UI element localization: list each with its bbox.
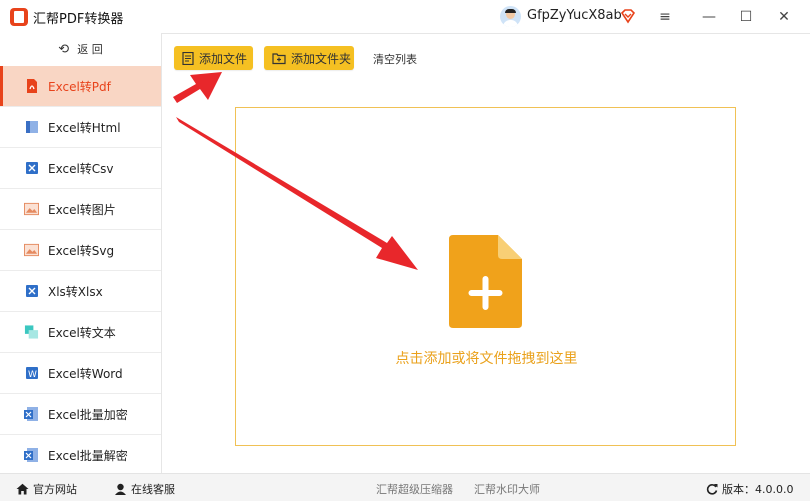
html-icon — [24, 119, 39, 135]
add-folder-button[interactable]: 添加文件夹 — [264, 46, 354, 70]
title-bar: 汇帮PDF转换器 GfpZyYucX8ab ≡ — ☐ ✕ — [0, 0, 810, 34]
sidebar-item-label: Excel转文本 — [48, 325, 116, 340]
home-icon — [16, 483, 29, 495]
menu-icon[interactable]: ≡ — [654, 6, 676, 28]
add-file-button[interactable]: 添加文件 — [174, 46, 253, 70]
sidebar-item-excel-batch-decrypt[interactable]: Excel批量解密 — [0, 435, 161, 475]
sidebar-item-label: Excel转Svg — [48, 243, 115, 258]
sidebar-item-label: Xls转Xlsx — [48, 284, 103, 299]
csv-icon — [24, 160, 39, 176]
version-label: 版本： — [722, 483, 755, 496]
online-support-label: 在线客服 — [131, 483, 175, 496]
sidebar-item-label: Excel转Html — [48, 120, 121, 135]
add-document-icon — [449, 235, 522, 328]
refresh-icon — [706, 484, 718, 495]
add-folder-icon — [272, 52, 286, 65]
image-icon — [24, 201, 39, 217]
official-website-link[interactable]: 官方网站 — [16, 481, 77, 497]
back-arrow-icon: ⟲ — [58, 41, 70, 57]
close-icon[interactable]: ✕ — [773, 6, 795, 28]
back-label: 返 回 — [77, 43, 103, 56]
pdf-icon — [24, 78, 39, 94]
sidebar-item-excel-to-csv[interactable]: Excel转Csv — [0, 148, 161, 189]
version-number: 4.0.0.0 — [755, 482, 794, 496]
online-support-link[interactable]: 在线客服 — [114, 481, 175, 497]
official-website-label: 官方网站 — [33, 483, 77, 496]
sidebar-item-excel-to-pdf[interactable]: Excel转Pdf — [0, 66, 161, 107]
super-compressor-link[interactable]: 汇帮超级压缩器 — [376, 481, 453, 497]
add-file-label: 添加文件 — [199, 51, 248, 66]
app-logo-icon — [10, 8, 28, 26]
vip-diamond-icon[interactable] — [620, 8, 636, 24]
back-button[interactable]: ⟲ 返 回 — [0, 33, 161, 65]
excel-lock-icon — [24, 406, 39, 422]
sidebar-item-excel-to-html[interactable]: Excel转Html — [0, 107, 161, 148]
add-file-icon — [182, 51, 194, 65]
svg-image-icon — [24, 242, 39, 258]
minimize-icon[interactable]: — — [698, 6, 720, 28]
svg-text:W: W — [28, 370, 37, 380]
sidebar-item-excel-to-image[interactable]: Excel转图片 — [0, 189, 161, 230]
clear-list-button[interactable]: 清空列表 — [373, 51, 417, 67]
sidebar: ⟲ 返 回 Excel转Pdf Excel转Html Excel转Csv Exc… — [0, 33, 162, 473]
app-title: 汇帮PDF转换器 — [33, 12, 124, 27]
drop-hint-text: 点击添加或将文件拖拽到这里 — [395, 351, 578, 367]
version-info: 版本： 4.0.0.0 — [706, 481, 793, 497]
sidebar-item-label: Excel转Pdf — [48, 79, 111, 94]
user-name[interactable]: GfpZyYucX8ab — [527, 8, 622, 23]
sidebar-item-xls-to-xlsx[interactable]: Xls转Xlsx — [0, 271, 161, 312]
file-drop-zone[interactable]: 点击添加或将文件拖拽到这里 — [235, 107, 736, 446]
sidebar-item-excel-to-word[interactable]: W Excel转Word — [0, 353, 161, 394]
add-folder-label: 添加文件夹 — [291, 51, 352, 66]
sidebar-item-excel-to-text[interactable]: Excel转文本 — [0, 312, 161, 353]
user-avatar[interactable] — [500, 6, 521, 27]
sidebar-item-label: Excel批量解密 — [48, 448, 128, 463]
excel-unlock-icon — [24, 447, 39, 463]
sidebar-item-label: Excel转Csv — [48, 161, 114, 176]
text-icon — [24, 324, 39, 340]
maximize-icon[interactable]: ☐ — [735, 6, 757, 28]
xlsx-icon — [24, 283, 39, 299]
sidebar-item-label: Excel转Word — [48, 366, 123, 381]
sidebar-item-label: Excel批量加密 — [48, 407, 128, 422]
support-headset-icon — [115, 483, 126, 495]
sidebar-item-excel-batch-encrypt[interactable]: Excel批量加密 — [0, 394, 161, 435]
word-icon: W — [24, 365, 39, 381]
sidebar-item-label: Excel转图片 — [48, 202, 116, 217]
footer: 官方网站 在线客服 汇帮超级压缩器 汇帮水印大师 版本： 4.0.0.0 — [0, 473, 810, 501]
arrow-to-add-file — [173, 72, 222, 103]
sidebar-item-excel-to-svg[interactable]: Excel转Svg — [0, 230, 161, 271]
watermark-master-link[interactable]: 汇帮水印大师 — [474, 481, 540, 497]
